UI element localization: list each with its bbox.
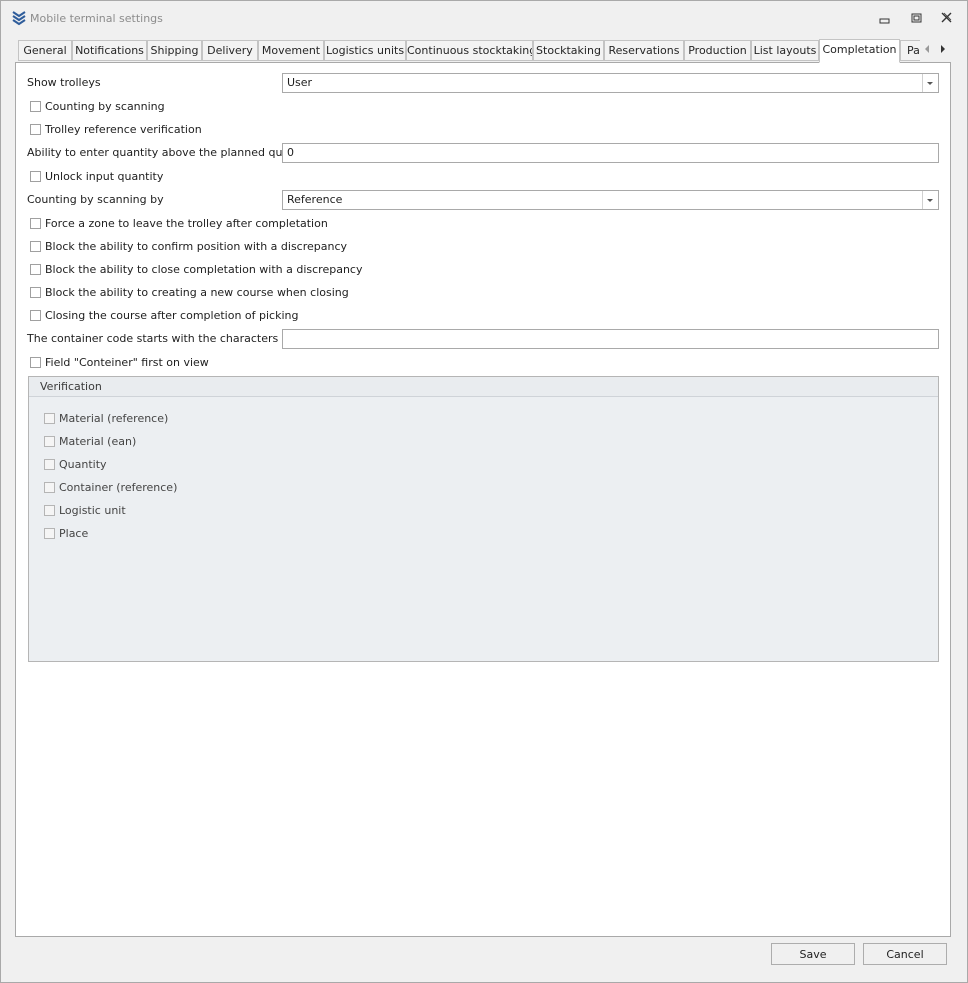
counting-by-scanning-label: Counting by scanning bbox=[45, 100, 165, 113]
unlock-input-quantity-checkbox[interactable] bbox=[30, 171, 41, 182]
tab-delivery[interactable]: Delivery bbox=[202, 40, 258, 61]
closing-course-label: Closing the course after completion of p… bbox=[45, 309, 299, 322]
verification-material-ean-checkbox[interactable] bbox=[44, 436, 55, 447]
tab-pa[interactable]: Pa bbox=[900, 40, 920, 61]
tab-reservations[interactable]: Reservations bbox=[604, 40, 684, 61]
tab-movement[interactable]: Movement bbox=[258, 40, 324, 61]
container-code-prefix-input[interactable] bbox=[282, 329, 939, 349]
block-close-completation-label: Block the ability to close completation … bbox=[45, 263, 363, 276]
show-trolleys-label: Show trolleys bbox=[27, 76, 101, 89]
verification-group-title: Verification bbox=[40, 380, 102, 393]
tab-list-layouts[interactable]: List layouts bbox=[751, 40, 819, 61]
field-container-first-checkbox[interactable] bbox=[30, 357, 41, 368]
cancel-button[interactable]: Cancel bbox=[863, 943, 947, 965]
tab-shipping[interactable]: Shipping bbox=[147, 40, 202, 61]
app-chevrons-icon bbox=[11, 10, 27, 26]
tab-completation[interactable]: Completation bbox=[819, 39, 900, 63]
verification-quantity-checkbox[interactable] bbox=[44, 459, 55, 470]
verification-place-checkbox[interactable] bbox=[44, 528, 55, 539]
verification-material-reference-label: Material (reference) bbox=[59, 412, 169, 425]
container-code-prefix-label: The container code starts with the chara… bbox=[27, 332, 279, 345]
chevron-down-icon[interactable] bbox=[922, 74, 938, 92]
verification-place-label: Place bbox=[59, 527, 89, 540]
save-button[interactable]: Save bbox=[771, 943, 855, 965]
restore-icon[interactable] bbox=[909, 11, 925, 25]
verification-group-header: Verification bbox=[29, 377, 938, 397]
chevron-down-icon[interactable] bbox=[922, 191, 938, 209]
tab-general[interactable]: General bbox=[18, 40, 72, 61]
tab-scroll-right-icon[interactable] bbox=[937, 42, 949, 56]
tab-logistics-units[interactable]: Logistics units bbox=[324, 40, 406, 61]
title-bar: Mobile terminal settings bbox=[1, 1, 967, 35]
tab-production[interactable]: Production bbox=[684, 40, 751, 61]
quantity-above-planned-value: 0 bbox=[287, 146, 294, 159]
force-zone-checkbox[interactable] bbox=[30, 218, 41, 229]
unlock-input-quantity-label: Unlock input quantity bbox=[45, 170, 164, 183]
close-icon[interactable] bbox=[939, 11, 955, 25]
verification-container-reference-checkbox[interactable] bbox=[44, 482, 55, 493]
minimize-icon[interactable] bbox=[877, 11, 893, 25]
block-confirm-position-label: Block the ability to confirm position wi… bbox=[45, 240, 348, 253]
window-title: Mobile terminal settings bbox=[30, 12, 163, 25]
trolley-reference-verification-checkbox[interactable] bbox=[30, 124, 41, 135]
quantity-above-planned-label: Ability to enter quantity above the plan… bbox=[27, 146, 315, 159]
block-new-course-checkbox[interactable] bbox=[30, 287, 41, 298]
trolley-reference-verification-label: Trolley reference verification bbox=[45, 123, 202, 136]
block-close-completation-checkbox[interactable] bbox=[30, 264, 41, 275]
tab-stocktaking[interactable]: Stocktaking bbox=[533, 40, 604, 61]
settings-window: Mobile terminal settings General Notific… bbox=[0, 0, 968, 983]
quantity-above-planned-input[interactable]: 0 bbox=[282, 143, 939, 163]
verification-quantity-label: Quantity bbox=[59, 458, 107, 471]
tab-continuous-stocktaking[interactable]: Continuous stocktaking bbox=[406, 40, 533, 61]
block-confirm-position-checkbox[interactable] bbox=[30, 241, 41, 252]
tab-notifications[interactable]: Notifications bbox=[72, 40, 147, 61]
show-trolleys-value: User bbox=[287, 76, 313, 89]
verification-material-ean-label: Material (ean) bbox=[59, 435, 137, 448]
field-container-first-label: Field "Conteiner" first on view bbox=[45, 356, 209, 369]
counting-by-scanning-checkbox[interactable] bbox=[30, 101, 41, 112]
counting-by-scanning-by-dropdown[interactable]: Reference bbox=[282, 190, 939, 210]
tab-scroll-left-icon[interactable] bbox=[921, 42, 933, 56]
verification-material-reference-checkbox[interactable] bbox=[44, 413, 55, 424]
counting-by-scanning-by-value: Reference bbox=[287, 193, 343, 206]
counting-by-scanning-by-label: Counting by scanning by bbox=[27, 193, 164, 206]
verification-logistic-unit-label: Logistic unit bbox=[59, 504, 126, 517]
verification-container-reference-label: Container (reference) bbox=[59, 481, 178, 494]
tab-strip: General Notifications Shipping Delivery … bbox=[18, 39, 952, 63]
closing-course-checkbox[interactable] bbox=[30, 310, 41, 321]
force-zone-label: Force a zone to leave the trolley after … bbox=[45, 217, 328, 230]
block-new-course-label: Block the ability to creating a new cour… bbox=[45, 286, 349, 299]
verification-logistic-unit-checkbox[interactable] bbox=[44, 505, 55, 516]
show-trolleys-dropdown[interactable]: User bbox=[282, 73, 939, 93]
